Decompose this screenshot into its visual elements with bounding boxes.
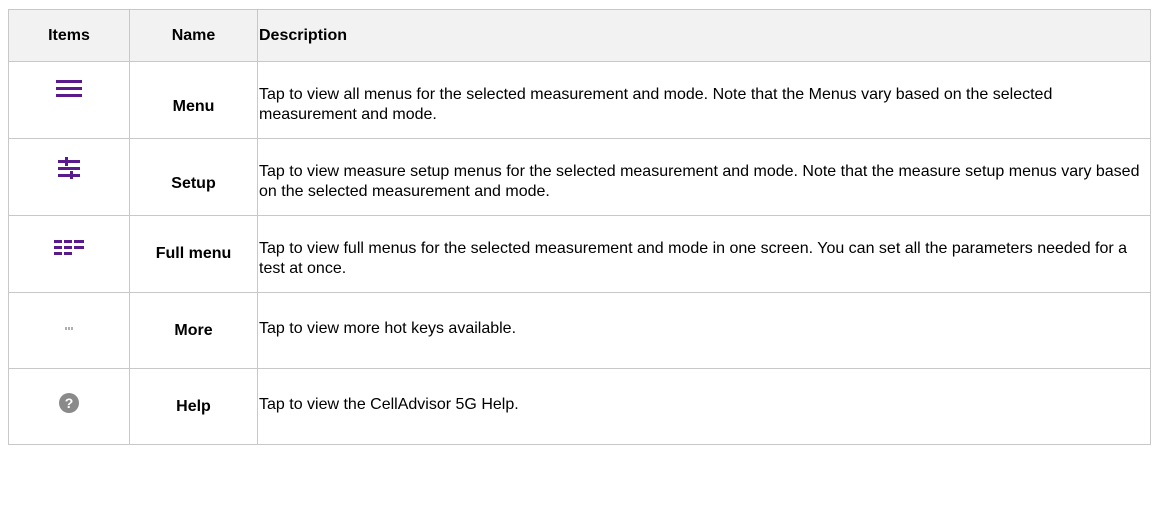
row-description: Tap to view all menus for the selected m… <box>259 86 1053 123</box>
items-cell <box>8 292 130 369</box>
row-description: Tap to view measure setup menus for the … <box>259 163 1140 200</box>
items-cell: ? <box>8 368 130 445</box>
table-row: Full menu Tap to view full menus for the… <box>8 215 1151 293</box>
description-cell: Tap to view measure setup menus for the … <box>257 138 1151 216</box>
table-header-row: Items Name Description <box>8 9 1151 62</box>
name-cell: More <box>129 292 258 369</box>
items-cell <box>8 61 130 139</box>
name-cell: Setup <box>129 138 258 216</box>
row-name: Help <box>176 397 211 415</box>
items-cell <box>8 215 130 293</box>
row-name: Setup <box>171 175 216 192</box>
svg-text:?: ? <box>65 395 74 411</box>
name-cell: Menu <box>129 61 258 139</box>
row-name: Full menu <box>155 245 232 262</box>
row-name: More <box>174 321 213 339</box>
setup-sliders-icon <box>58 157 80 179</box>
items-cell <box>8 138 130 216</box>
header-items: Items <box>8 9 130 62</box>
hamburger-menu-icon <box>56 80 82 97</box>
header-description: Description <box>257 9 1151 62</box>
row-description: Tap to view the CellAdvisor 5G Help. <box>259 396 519 413</box>
table-row: Menu Tap to view all menus for the selec… <box>8 61 1151 139</box>
description-cell: Tap to view all menus for the selected m… <box>257 61 1151 139</box>
row-description: Tap to view full menus for the selected … <box>259 240 1128 277</box>
more-dots-icon <box>64 327 73 330</box>
table-row: Setup Tap to view measure setup menus fo… <box>8 138 1151 216</box>
hotkeys-table: Items Name Description Menu Tap to view … <box>8 9 1151 445</box>
header-name: Name <box>129 9 258 62</box>
full-menu-icon <box>54 240 84 255</box>
row-description: Tap to view more hot keys available. <box>259 320 517 337</box>
row-name: Menu <box>172 98 215 115</box>
name-cell: Full menu <box>129 215 258 293</box>
description-cell: Tap to view the CellAdvisor 5G Help. <box>257 368 1151 445</box>
table-row: ? Help Tap to view the CellAdvisor 5G He… <box>8 368 1151 445</box>
description-cell: Tap to view full menus for the selected … <box>257 215 1151 293</box>
description-cell: Tap to view more hot keys available. <box>257 292 1151 369</box>
help-question-icon: ? <box>59 393 79 413</box>
table-row: More Tap to view more hot keys available… <box>8 292 1151 369</box>
name-cell: Help <box>129 368 258 445</box>
